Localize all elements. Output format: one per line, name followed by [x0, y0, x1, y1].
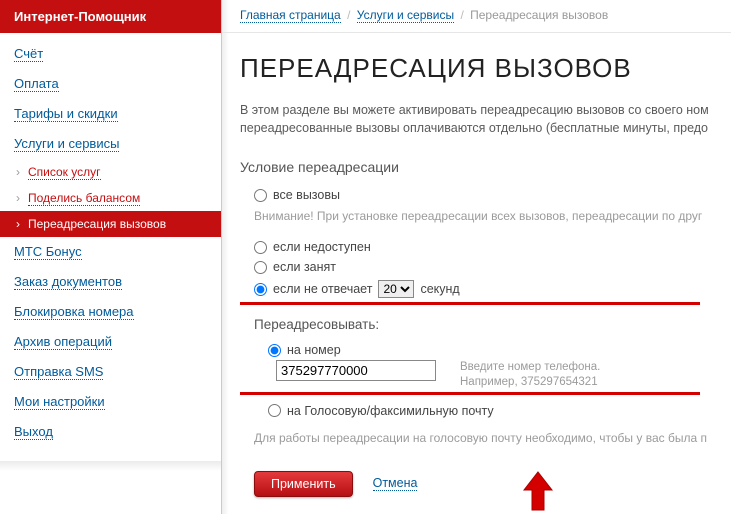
- intro-text: В этом разделе вы можете активировать пе…: [240, 102, 731, 137]
- sidebar-item-settings[interactable]: Мои настройки: [0, 387, 221, 417]
- voicemail-note: Для работы переадресации на голосовую по…: [240, 421, 731, 445]
- breadcrumb: Главная страница / Услуги и сервисы / Пе…: [222, 0, 731, 33]
- sidebar-menu: Счёт Оплата Тарифы и скидки Услуги и сер…: [0, 33, 221, 461]
- page-title: ПЕРЕАДРЕСАЦИЯ ВЫЗОВОВ: [240, 53, 731, 84]
- redline-annotation: [240, 302, 700, 305]
- option-unreach-row: если недоступен: [240, 237, 731, 257]
- label-voicemail[interactable]: на Голосовую/факсимильную почту: [287, 404, 494, 418]
- submenu-services: Список услуг Поделись балансом Переадрес…: [0, 159, 221, 237]
- sidebar-item-account[interactable]: Счёт: [0, 39, 221, 69]
- sidebar: Интернет-Помощник Счёт Оплата Тарифы и с…: [0, 0, 222, 514]
- sidebar-sub-call-forwarding[interactable]: Переадресация вызовов: [0, 211, 221, 237]
- radio-number[interactable]: [268, 344, 281, 357]
- sidebar-item-tariffs[interactable]: Тарифы и скидки: [0, 99, 221, 129]
- option-all-row: все вызовы: [240, 185, 731, 205]
- forward-title: Переадресовывать:: [240, 311, 731, 340]
- apply-button[interactable]: Применить: [254, 471, 353, 497]
- radio-voicemail[interactable]: [268, 404, 281, 417]
- option-voicemail-row: на Голосовую/факсимильную почту: [240, 401, 731, 421]
- phone-input[interactable]: [276, 360, 436, 381]
- option-number-row: на номер: [240, 340, 731, 360]
- option-busy-row: если занят: [240, 257, 731, 277]
- label-number[interactable]: на номер: [287, 343, 341, 357]
- sidebar-item-services[interactable]: Услуги и сервисы: [0, 129, 221, 159]
- redline-annotation-2: [240, 392, 700, 395]
- sidebar-item-sms[interactable]: Отправка SMS: [0, 357, 221, 387]
- cancel-link[interactable]: Отмена: [373, 476, 418, 491]
- breadcrumb-sep-icon: /: [347, 8, 350, 22]
- sidebar-sub-service-list[interactable]: Список услуг: [0, 159, 221, 185]
- seconds-select[interactable]: 20: [378, 280, 414, 298]
- sidebar-title: Интернет-Помощник: [0, 0, 221, 33]
- label-unreach[interactable]: если недоступен: [273, 240, 371, 254]
- label-all[interactable]: все вызовы: [273, 188, 340, 202]
- sidebar-item-bonus[interactable]: МТС Бонус: [0, 237, 221, 267]
- label-busy[interactable]: если занят: [273, 260, 336, 274]
- actions: Применить Отмена: [240, 445, 731, 497]
- condition-title: Условие переадресации: [240, 159, 731, 175]
- sidebar-item-logout[interactable]: Выход: [0, 417, 221, 447]
- radio-unreach[interactable]: [254, 241, 267, 254]
- sidebar-bottom-shadow: [0, 461, 221, 471]
- sidebar-item-archive[interactable]: Архив операций: [0, 327, 221, 357]
- radio-busy[interactable]: [254, 261, 267, 274]
- phone-row: Введите номер телефона. Например, 375297…: [240, 360, 731, 390]
- breadcrumb-sep-icon: /: [460, 8, 463, 22]
- sidebar-item-docs[interactable]: Заказ документов: [0, 267, 221, 297]
- warning-all: Внимание! При установке переадресации вс…: [240, 205, 731, 237]
- breadcrumb-current: Переадресация вызовов: [470, 8, 608, 22]
- breadcrumb-home[interactable]: Главная страница: [240, 8, 341, 23]
- radio-all[interactable]: [254, 189, 267, 202]
- seconds-label: секунд: [420, 282, 459, 296]
- sidebar-sub-share-balance[interactable]: Поделись балансом: [0, 185, 221, 211]
- sidebar-item-payment[interactable]: Оплата: [0, 69, 221, 99]
- content: Главная страница / Услуги и сервисы / Пе…: [222, 0, 731, 514]
- breadcrumb-services[interactable]: Услуги и сервисы: [357, 8, 454, 23]
- phone-hint: Введите номер телефона. Например, 375297…: [460, 360, 600, 390]
- radio-noanswer[interactable]: [254, 283, 267, 296]
- label-noanswer[interactable]: если не отвечает: [273, 282, 372, 296]
- sidebar-item-block[interactable]: Блокировка номера: [0, 297, 221, 327]
- main: ПЕРЕАДРЕСАЦИЯ ВЫЗОВОВ В этом разделе вы …: [222, 33, 731, 497]
- option-noanswer-row: если не отвечает 20 секунд: [240, 277, 731, 301]
